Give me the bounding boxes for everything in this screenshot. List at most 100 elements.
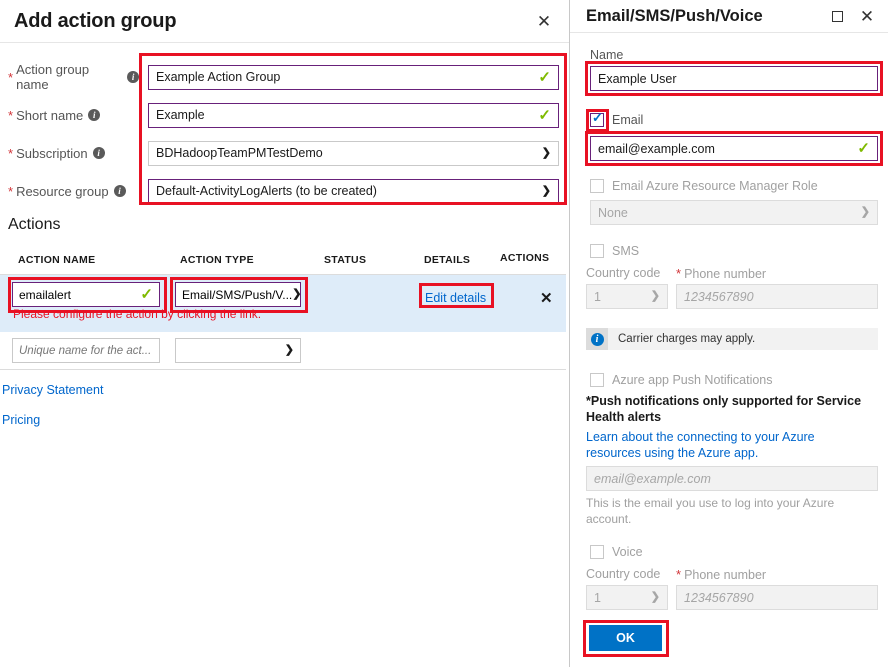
sms-phone-input[interactable]: 1234567890	[676, 284, 878, 309]
input-placeholder: Unique name for the act...	[19, 344, 152, 357]
push-help-line1: This is the email you use to log into yo…	[586, 496, 835, 510]
voice-checkbox[interactable]	[590, 545, 604, 559]
info-icon: i	[590, 332, 604, 346]
action-type-select[interactable]: Email/SMS/Push/V... ❯	[175, 282, 302, 307]
select-value: None	[598, 205, 628, 220]
sms-label: SMS	[612, 244, 640, 258]
label-text: Action group name	[16, 62, 90, 92]
label-text: Subscription	[16, 145, 88, 161]
page-title: Add action group	[14, 9, 177, 32]
actions-section-heading: Actions	[8, 216, 61, 233]
close-icon[interactable]: ✕	[856, 8, 878, 25]
col-action-type: ACTION TYPE	[180, 254, 254, 266]
panel-title: Email/SMS/Push/Voice	[586, 6, 763, 25]
required-asterisk: *	[8, 69, 14, 85]
input-value: Example Action Group	[156, 70, 281, 84]
new-action-type-select[interactable]: ❯	[175, 338, 301, 363]
col-actions: ACTIONS	[500, 252, 550, 264]
label-action-group-name: * Action group name i	[0, 62, 139, 92]
info-icon[interactable]: i	[92, 147, 105, 159]
required-asterisk: *	[676, 567, 682, 582]
input-value: Example	[156, 108, 205, 122]
table-header-row: ACTION NAME ACTION TYPE STATUS DETAILS A…	[0, 244, 566, 275]
email-input[interactable]: email@example.com ✓	[590, 136, 878, 161]
label-text: Phone number	[684, 267, 767, 281]
blade-header-right: Email/SMS/Push/Voice ✕	[570, 0, 888, 33]
push-notifications-checkbox[interactable]	[590, 373, 604, 387]
required-asterisk: *	[8, 145, 14, 161]
select-value: BDHadoopTeamPMTestDemo	[156, 146, 323, 160]
chevron-down-icon: ❯	[650, 591, 660, 603]
label-text: Short name	[16, 107, 84, 123]
valid-check-icon: ✓	[538, 68, 551, 86]
name-input[interactable]: Example User	[590, 66, 878, 91]
voice-phone-label: * Phone number	[676, 567, 766, 582]
push-learn-link-line1[interactable]: Learn about the connecting to your Azure	[586, 430, 815, 445]
col-details: DETAILS	[424, 254, 471, 266]
action-group-name-input[interactable]: Example Action Group ✓	[148, 64, 559, 90]
arm-role-select[interactable]: None ❯	[590, 200, 878, 225]
pricing-link[interactable]: Pricing	[2, 413, 40, 427]
label-subscription: * Subscription i	[0, 146, 139, 161]
form-row-action-group-name: * Action group name i Example Action Gro…	[0, 58, 570, 96]
email-checkbox[interactable]	[590, 111, 604, 127]
label-short-name: * Short name i	[0, 108, 139, 123]
sms-country-code-select[interactable]: 1 ❯	[586, 284, 668, 309]
col-action-name: ACTION NAME	[18, 254, 96, 266]
add-action-group-blade: Add action group ✕ * Action group name i…	[0, 0, 570, 667]
info-icon[interactable]: i	[127, 71, 139, 83]
push-learn-link-line2[interactable]: resources using the Azure app.	[586, 446, 758, 461]
actions-table: ACTION NAME ACTION TYPE STATUS DETAILS A…	[0, 244, 566, 370]
info-icon-wrap: i	[586, 328, 608, 350]
select-value: Email/SMS/Push/V...	[182, 287, 293, 302]
input-value: Example User	[598, 71, 677, 86]
action-name-input[interactable]: emailalert ✓	[12, 282, 160, 307]
voice-country-code-select[interactable]: 1 ❯	[586, 585, 668, 610]
input-placeholder: 1234567890	[684, 590, 754, 605]
push-note-line2: Health alerts	[586, 410, 662, 424]
input-value: email@example.com	[598, 141, 715, 156]
required-asterisk: *	[8, 183, 14, 199]
arm-role-checkbox[interactable]	[590, 179, 604, 193]
remove-action-icon[interactable]: ✕	[540, 289, 553, 307]
edit-details-link[interactable]: Edit details	[425, 291, 486, 305]
row-error-message: Please configure the action by clicking …	[13, 307, 262, 321]
form-row-subscription: * Subscription i BDHadoopTeamPMTestDemo …	[0, 134, 570, 172]
push-help-line2: account.	[586, 512, 632, 526]
input-placeholder: 1234567890	[684, 289, 754, 304]
table-row-new: Unique name for the act... ❯	[0, 332, 566, 370]
label-resource-group: * Resource group i	[0, 184, 139, 199]
close-icon[interactable]: ✕	[533, 13, 555, 30]
voice-country-code-label: Country code	[586, 567, 661, 581]
col-status: STATUS	[324, 254, 367, 266]
privacy-statement-link[interactable]: Privacy Statement	[2, 383, 103, 397]
email-checkbox-label: Email	[612, 113, 644, 127]
select-value: Default-ActivityLogAlerts (to be created…	[156, 184, 377, 198]
subscription-select[interactable]: BDHadoopTeamPMTestDemo ❯	[148, 140, 559, 166]
maximize-icon[interactable]	[832, 10, 843, 22]
valid-check-icon: ✓	[857, 140, 870, 157]
resource-group-select[interactable]: Default-ActivityLogAlerts (to be created…	[148, 178, 559, 204]
required-asterisk: *	[676, 266, 682, 281]
chevron-down-icon: ❯	[650, 290, 660, 302]
label-text: Resource group	[16, 183, 109, 199]
chevron-down-icon: ❯	[292, 288, 302, 300]
name-label: Name	[590, 48, 624, 62]
input-placeholder: email@example.com	[594, 471, 711, 486]
required-asterisk: *	[8, 107, 14, 123]
carrier-charges-notice: i Carrier charges may apply.	[586, 328, 878, 350]
info-icon[interactable]: i	[113, 185, 126, 197]
voice-phone-input[interactable]: 1234567890	[676, 585, 878, 610]
form-row-resource-group: * Resource group i Default-ActivityLogAl…	[0, 172, 570, 210]
label-text: Phone number	[684, 568, 767, 582]
new-action-name-input[interactable]: Unique name for the act...	[12, 338, 160, 363]
form-row-short-name: * Short name i Example ✓	[0, 96, 570, 134]
valid-check-icon: ✓	[538, 106, 551, 124]
push-notifications-label: Azure app Push Notifications	[612, 373, 773, 387]
ok-button[interactable]: OK	[589, 625, 662, 651]
select-value: 1	[594, 289, 601, 304]
sms-checkbox[interactable]	[590, 244, 604, 258]
info-icon[interactable]: i	[88, 109, 101, 121]
push-email-input[interactable]: email@example.com	[586, 466, 878, 491]
short-name-input[interactable]: Example ✓	[148, 102, 559, 128]
